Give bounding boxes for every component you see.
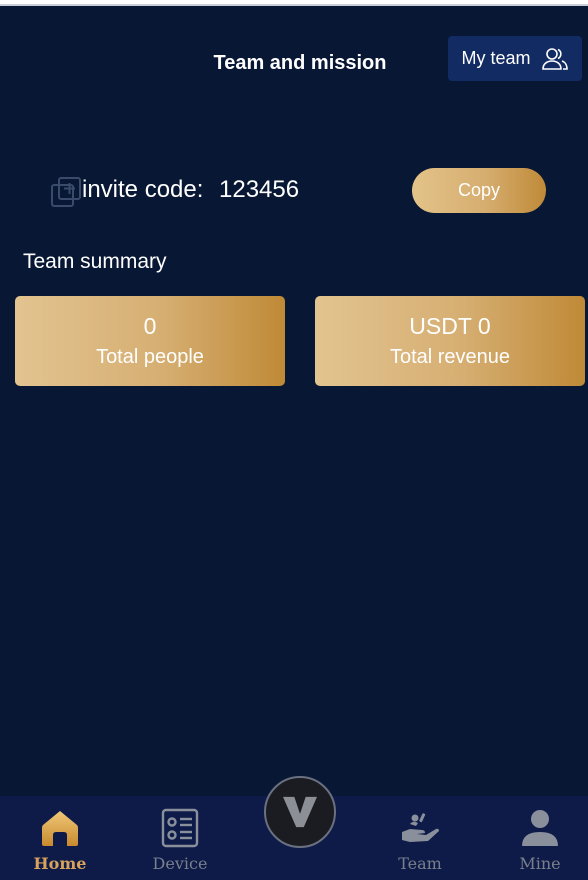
v-logo-icon — [283, 796, 317, 828]
tab-mine[interactable]: Mine — [490, 796, 588, 880]
my-team-label: My team — [461, 48, 531, 68]
invite-row: invite code: 123456 Copy — [0, 166, 588, 216]
invite-code-value: 123456 — [219, 176, 300, 203]
total-people-value: 0 — [143, 313, 157, 339]
app-screen: Team and mission My team invite code: 12… — [0, 4, 588, 880]
team-icon — [541, 47, 568, 70]
team-summary-heading: Team summary — [23, 250, 167, 273]
home-icon — [42, 811, 78, 846]
tab-team[interactable]: Team — [370, 796, 470, 880]
total-revenue-label: Total revenue — [389, 346, 511, 368]
center-logo-button[interactable] — [264, 776, 336, 848]
invite-code-label: invite code: — [82, 176, 204, 203]
total-revenue-card: USDT 0 Total revenue — [315, 296, 585, 386]
tab-device-label: Device — [152, 854, 208, 873]
copy-button[interactable]: Copy — [412, 168, 546, 213]
copy-add-icon — [51, 177, 81, 207]
total-people-card: 0 Total people — [15, 296, 285, 386]
tab-device[interactable]: Device — [130, 796, 230, 880]
tab-home[interactable]: Home — [10, 796, 110, 880]
device-icon — [161, 808, 199, 848]
user-icon — [522, 810, 558, 846]
total-revenue-value: USDT 0 — [409, 313, 491, 339]
tab-home-label: Home — [33, 854, 87, 873]
tab-team-label: Team — [398, 854, 442, 873]
team-hand-icon — [402, 813, 439, 842]
bottom-tab-bar: Home Device Team Mine — [0, 776, 588, 880]
tab-mine-label: Mine — [519, 854, 561, 873]
total-people-label: Total people — [96, 346, 204, 368]
my-team-button[interactable]: My team — [448, 36, 582, 81]
